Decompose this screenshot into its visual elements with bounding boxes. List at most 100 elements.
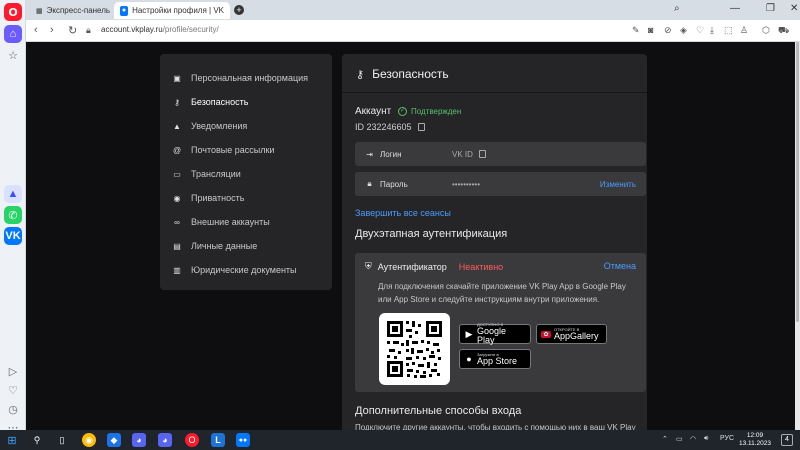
taskbar: ⊞ ⚲ ▯ ◉ ◆ ◕ ◕ O L ●● ⌃ ▭ ◠ 🔊︎ РУС 12:09 … xyxy=(0,430,800,450)
aria-icon[interactable]: ▲ xyxy=(4,185,22,203)
verified-badge: ✓ Подтвержден xyxy=(398,107,461,116)
launcher-icon[interactable]: L xyxy=(211,433,225,447)
change-password-link[interactable]: Изменить xyxy=(600,180,636,189)
minimize-icon[interactable]: — xyxy=(730,3,740,14)
adblock-icon[interactable]: ⊘ xyxy=(664,25,672,36)
clock-date: 13.11.2023 xyxy=(738,440,772,447)
sidebar-item-notifications[interactable]: ▲ Уведомления xyxy=(160,114,332,138)
wifi-icon[interactable]: ◠ xyxy=(690,435,696,443)
camera-icon[interactable]: ◙ xyxy=(648,25,653,35)
forward-icon[interactable]: › xyxy=(50,24,54,36)
whatsapp-icon[interactable]: ✆ xyxy=(4,206,22,224)
grid-icon: ▦ xyxy=(36,7,43,15)
page-title-text: Безопасность xyxy=(372,67,449,81)
vk-play-icon[interactable]: ●● xyxy=(236,433,250,447)
opera-icon[interactable]: O xyxy=(185,433,199,447)
notifications-icon[interactable]: 4 xyxy=(781,434,793,446)
authenticator-card: ⛨ Аутентификатор Неактивно Отмена Для по… xyxy=(355,253,646,392)
edit-icon[interactable]: ✎ xyxy=(632,25,640,36)
tray-chevron-icon[interactable]: ⌃ xyxy=(662,435,668,443)
tab-label: Настройки профиля | VK xyxy=(132,6,224,15)
download-icon[interactable]: ⤓ xyxy=(710,25,714,36)
key-icon: ⚷ xyxy=(356,68,365,81)
url-host: account.vkplay.ru xyxy=(101,25,163,34)
sidebar-item-legal-documents[interactable]: ▥ Юридические документы xyxy=(160,258,332,282)
sidebar-item-personal-data[interactable]: ▤ Личные данные xyxy=(160,234,332,258)
extra-login-heading: Дополнительные способы входа xyxy=(355,405,522,417)
heart-icon[interactable]: ♡ xyxy=(696,25,704,36)
sidebar-item-privacy[interactable]: ◉ Приватность xyxy=(160,186,332,210)
network-icon[interactable]: ▭ xyxy=(676,435,683,443)
password-value: •••••••••• xyxy=(452,179,481,189)
taskbar-clock[interactable]: 12:09 13.11.2023 xyxy=(736,432,774,448)
profile-icon[interactable]: ♙ xyxy=(740,25,748,36)
scrollbar-thumb[interactable] xyxy=(796,42,799,322)
search-tabs-icon[interactable]: ⌕ xyxy=(674,3,680,14)
page-title: ⚷ Безопасность xyxy=(356,67,449,81)
verified-text: Подтвержден xyxy=(411,107,462,116)
copy-icon[interactable] xyxy=(417,123,425,131)
task-view-icon[interactable]: ▯ xyxy=(55,433,69,447)
volume-icon[interactable]: 🔊︎ xyxy=(704,435,708,443)
sidebar-item-label: Приватность xyxy=(191,193,245,203)
cancel-button[interactable]: Отмена xyxy=(604,261,636,271)
end-all-sessions-link[interactable]: Завершить все сеансы xyxy=(355,208,451,218)
extra-login-description: Подключите другие аккаунты, чтобы входит… xyxy=(355,423,636,430)
sidebar-item-label: Юридические документы xyxy=(191,265,297,275)
url-field[interactable]: account.vkplay.ru/profile/security/ xyxy=(101,25,219,34)
extensions-icon[interactable]: ⬚ xyxy=(724,25,733,36)
address-bar: ‹ › ↻ 🔒︎ account.vkplay.ru/profile/secur… xyxy=(26,20,800,42)
discord-icon[interactable]: ◕ xyxy=(132,433,146,447)
authenticator-description: Для подключения скачайте приложение VK P… xyxy=(378,282,626,304)
google-play-button[interactable]: ▶ ДОСТУПНО В Google Play xyxy=(459,323,531,345)
maximize-icon[interactable]: ❐ xyxy=(766,3,775,14)
url-path: /profile/security/ xyxy=(162,25,219,34)
divider xyxy=(342,92,647,93)
language-indicator[interactable]: РУС xyxy=(720,435,734,442)
tab-profile-settings[interactable]: ● Настройки профиля | VK xyxy=(114,2,230,19)
sidebar-item-streams[interactable]: ▭ Трансляции xyxy=(160,162,332,186)
player-icon[interactable]: ▷ xyxy=(4,362,22,380)
favorites-icon[interactable]: ♡ xyxy=(4,381,22,399)
qr-code xyxy=(379,313,450,385)
account-id-text: ID 232246605 xyxy=(355,122,412,132)
vk-icon[interactable]: VK xyxy=(4,227,22,245)
sidebar-item-label: Внешние аккаунты xyxy=(191,217,270,227)
opera-menu-icon[interactable]: O xyxy=(4,3,22,21)
app-icon[interactable]: ◆ xyxy=(107,433,121,447)
document-icon: ▥ xyxy=(173,265,181,275)
history-icon[interactable]: ◷ xyxy=(4,400,22,418)
search-icon[interactable]: ⚲ xyxy=(30,433,44,447)
home-icon[interactable]: ⌂ xyxy=(4,25,22,43)
close-icon[interactable]: ✕ xyxy=(790,3,798,14)
shield-icon[interactable]: ◈ xyxy=(680,25,687,36)
new-tab-button[interactable]: + xyxy=(234,5,244,15)
sidebar-item-security[interactable]: ⚷ Безопасность xyxy=(160,90,332,114)
chrome-icon[interactable]: ◉ xyxy=(82,433,96,447)
huawei-icon: ✿ xyxy=(541,330,551,338)
browser-sidebar: O ⌂ ☆ ▲ ✆ VK ▷ ♡ ◷ ⋯ xyxy=(0,0,26,434)
bookmarks-icon[interactable]: ☆ xyxy=(4,46,22,64)
app-store-button[interactable]: ● Загрузите в App Store xyxy=(459,349,531,369)
sidebar-item-label: Почтовые рассылки xyxy=(191,145,275,155)
cube-icon[interactable]: ⬡ xyxy=(762,25,770,36)
sidebar-item-personal-info[interactable]: ▣ Персональная информация xyxy=(160,66,332,90)
back-icon[interactable]: ‹ xyxy=(34,24,38,36)
sidebar-item-external-accounts[interactable]: ∞ Внешние аккаунты xyxy=(160,210,332,234)
discord-ptb-icon[interactable]: ◕ xyxy=(158,433,172,447)
check-circle-icon: ✓ xyxy=(398,107,407,116)
sidebar-item-label: Уведомления xyxy=(191,121,248,131)
lock-icon[interactable]: 🔒︎ xyxy=(86,25,91,36)
page-scrollbar[interactable] xyxy=(795,42,800,430)
account-label: Аккаунт xyxy=(355,106,392,117)
vk-tab-icon: ● xyxy=(120,5,129,16)
appgallery-button[interactable]: ✿ ОТКРОЙТЕ В AppGallery xyxy=(536,324,607,344)
reload-icon[interactable]: ↻ xyxy=(68,24,77,37)
windows-start-icon[interactable]: ⊞ xyxy=(5,433,19,447)
copy-icon[interactable] xyxy=(478,150,486,158)
tab-speed-dial[interactable]: ▦ Экспресс-панель xyxy=(30,2,110,19)
store-name: AppGallery xyxy=(554,330,599,341)
cart-icon[interactable]: ⛟ xyxy=(778,25,789,37)
tab-label: Экспресс-панель xyxy=(46,6,110,15)
sidebar-item-mailings[interactable]: @ Почтовые рассылки xyxy=(160,138,332,162)
